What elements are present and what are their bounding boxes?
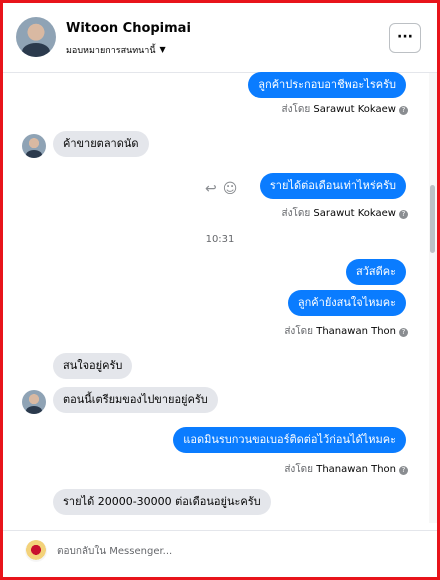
outgoing-message[interactable]: สวัสดีคะ xyxy=(345,259,406,285)
incoming-message[interactable]: ค้าขายตลาดนัด xyxy=(53,131,149,157)
sent-by-label: ส่งโดย Thanawan Thon? xyxy=(284,324,408,339)
incoming-message[interactable]: สนใจอยู่ครับ xyxy=(53,353,133,379)
outgoing-message[interactable]: แอดมินรบกวนขอเบอร์ติดต่อไว้ก่อนได้ไหมคะ xyxy=(173,427,406,453)
incoming-message[interactable]: ตอนนี้เตรียมของไปขายอยู่ครับ xyxy=(53,387,218,413)
emoji-icon[interactable]: ☺ xyxy=(223,181,238,197)
sender-name: Thanawan Thon xyxy=(316,326,396,337)
message-actions: ↩ ☺ xyxy=(205,181,243,197)
assign-conversation-dropdown[interactable]: มอบหมายการสนทนานี้ ▼ xyxy=(66,43,166,57)
question-circle-icon[interactable]: ? xyxy=(399,466,408,475)
question-circle-icon[interactable]: ? xyxy=(399,210,408,219)
contact-avatar-small xyxy=(22,134,46,158)
message-timestamp: 10:31 xyxy=(205,234,235,245)
contact-avatar[interactable] xyxy=(16,17,56,57)
reply-input[interactable]: ตอบกลับใน Messenger... xyxy=(57,544,172,559)
sender-name: Sarawut Kokaew xyxy=(313,208,396,219)
outgoing-message[interactable]: ลูกค้าประกอบอาชีพอะไรครับ xyxy=(248,72,406,98)
question-circle-icon[interactable]: ? xyxy=(399,106,408,115)
reply-icon[interactable]: ↩ xyxy=(205,181,217,197)
message-scrollbar[interactable] xyxy=(429,73,437,523)
sent-by-label: ส่งโดย Sarawut Kokaew? xyxy=(282,206,408,221)
message-composer: ตอบกลับใน Messenger... xyxy=(3,530,437,577)
chevron-down-icon: ▼ xyxy=(159,45,166,54)
sent-by-label: ส่งโดย Sarawut Kokaew? xyxy=(282,102,408,117)
sent-by-label: ส่งโดย Thanawan Thon? xyxy=(284,462,408,477)
conversation-header: Witoon Chopimai มอบหมายการสนทนานี้ ▼ ··· xyxy=(3,3,437,73)
outgoing-message[interactable]: ลูกค้ายังสนใจไหมคะ xyxy=(287,290,406,316)
sender-name: Thanawan Thon xyxy=(316,464,396,475)
more-horizontal-icon: ··· xyxy=(397,29,413,45)
contact-avatar-small xyxy=(22,390,46,414)
assign-label: มอบหมายการสนทนานี้ xyxy=(66,46,156,56)
more-options-button[interactable]: ··· xyxy=(389,23,421,53)
contact-name[interactable]: Witoon Chopimai xyxy=(66,21,191,36)
incoming-message[interactable]: รายได้ 20000-30000 ต่อเดือนอยู่นะครับ xyxy=(53,489,271,515)
sender-name: Sarawut Kokaew xyxy=(313,104,396,115)
question-circle-icon[interactable]: ? xyxy=(399,328,408,337)
page-avatar xyxy=(25,540,47,562)
outgoing-message[interactable]: รายได้ต่อเดือนเท่าไหร่ครับ xyxy=(259,173,406,199)
